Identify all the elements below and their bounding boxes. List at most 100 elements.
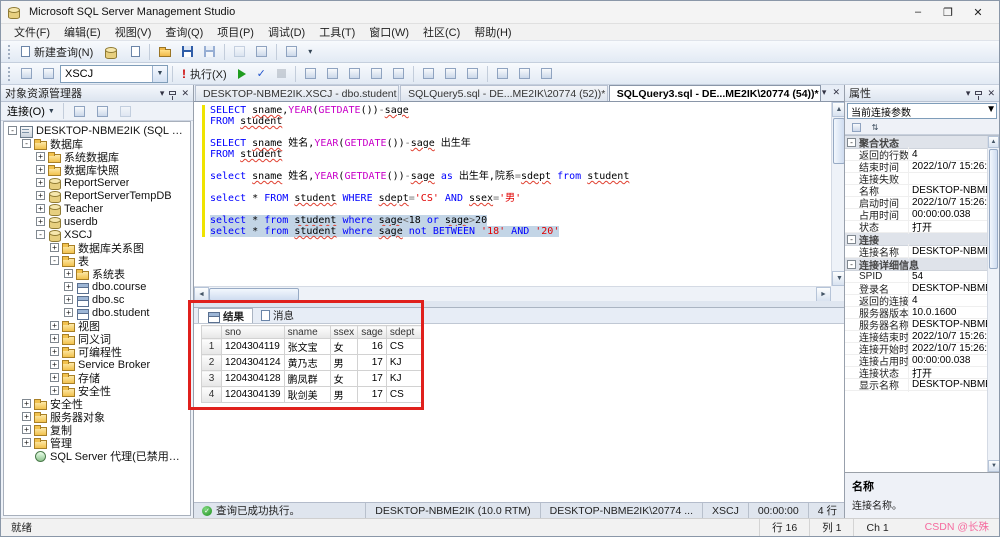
connect-button[interactable] — [16, 64, 37, 84]
result-cell[interactable]: 16 — [358, 339, 387, 355]
result-cell[interactable]: 1204304139 — [222, 387, 285, 403]
menu-item[interactable]: 窗口(W) — [362, 24, 416, 40]
new-query-button[interactable]: 新建查询(N) — [16, 42, 98, 62]
estimated-plan-button[interactable] — [300, 64, 321, 84]
section-expander[interactable]: - — [847, 138, 856, 147]
tree-item[interactable]: +数据库关系图 — [4, 241, 190, 254]
chevron-down-icon[interactable]: ▾ — [160, 88, 165, 99]
code-line[interactable] — [210, 182, 830, 193]
properties-object-combobox[interactable]: 当前连接参数 ▼ — [847, 103, 997, 119]
filter-button[interactable] — [92, 101, 113, 121]
section-expander[interactable]: - — [847, 235, 856, 244]
cancel-query-button[interactable] — [272, 64, 291, 84]
toolbar-grip[interactable] — [7, 66, 11, 82]
scroll-down-arrow[interactable]: ▼ — [988, 460, 999, 472]
pin-icon[interactable] — [975, 91, 982, 95]
tree-expander[interactable]: + — [50, 347, 59, 356]
scrollbar-thumb[interactable] — [989, 149, 998, 269]
close-icon[interactable]: ✕ — [181, 88, 189, 99]
comment-button[interactable] — [492, 64, 513, 84]
scroll-up-arrow[interactable]: ▲ — [988, 136, 999, 148]
debug-button[interactable] — [233, 64, 251, 84]
tree-item[interactable]: +Teacher — [4, 202, 190, 215]
column-header[interactable]: ssex — [330, 326, 358, 339]
tree-expander[interactable]: + — [50, 243, 59, 252]
menu-item[interactable]: 调试(D) — [261, 24, 312, 40]
tree-expander[interactable]: + — [50, 373, 59, 382]
code-line[interactable]: select * from student where sage<18 or s… — [210, 215, 830, 226]
column-header[interactable]: sdept — [386, 326, 422, 339]
tree-expander[interactable]: - — [50, 256, 59, 265]
section-expander[interactable]: - — [847, 260, 856, 269]
results-grid[interactable]: snosnamessexsagesdept11204304119张文宝女16CS… — [201, 325, 423, 403]
property-row[interactable]: 显示名称DESKTOP-NBME2IK — [845, 379, 987, 391]
print-button[interactable] — [229, 42, 250, 62]
tree-item[interactable]: +服务器对象 — [4, 410, 190, 423]
code-area[interactable]: SELECT sname,YEAR(GETDATE())-sageFROM st… — [210, 105, 830, 237]
row-number-cell[interactable]: 1 — [202, 339, 222, 355]
window-layout-button[interactable] — [281, 42, 302, 62]
save-button[interactable] — [177, 42, 198, 62]
menu-item[interactable]: 编辑(E) — [57, 24, 108, 40]
scrollbar-thumb[interactable] — [209, 288, 299, 301]
code-line[interactable] — [210, 160, 830, 171]
menu-item[interactable]: 社区(C) — [416, 24, 467, 40]
result-cell[interactable]: 女 — [330, 371, 358, 387]
tree-expander[interactable]: + — [64, 308, 73, 317]
tree-item[interactable]: +userdb — [4, 215, 190, 228]
menu-item[interactable]: 查询(Q) — [158, 24, 210, 40]
row-number-cell[interactable]: 4 — [202, 387, 222, 403]
sort-alphabetical-button[interactable]: ⇅ — [867, 121, 883, 134]
chevron-down-icon[interactable]: ▾ — [966, 88, 971, 99]
parse-button[interactable]: ✓ — [252, 64, 271, 84]
minimize-button[interactable]: – — [903, 2, 933, 22]
tree-expander[interactable]: + — [64, 295, 73, 304]
activity-monitor-button[interactable] — [251, 42, 272, 62]
result-cell[interactable]: 耿剑美 — [284, 387, 330, 403]
result-cell[interactable]: 1204304124 — [222, 355, 285, 371]
indent-button[interactable] — [536, 64, 557, 84]
menu-item[interactable]: 工具(T) — [312, 24, 362, 40]
row-number-cell[interactable]: 3 — [202, 371, 222, 387]
tree-item[interactable]: +数据库快照 — [4, 163, 190, 176]
close-button[interactable]: ✕ — [963, 2, 993, 22]
tree-item[interactable]: +复制 — [4, 423, 190, 436]
code-line[interactable]: SELECT sname 姓名,YEAR(GETDATE())-sage 出生年 — [210, 138, 830, 149]
tab-results[interactable]: 结果 — [198, 308, 253, 323]
result-cell[interactable]: CS — [386, 387, 422, 403]
tree-item[interactable]: +ReportServerTempDB — [4, 189, 190, 202]
tree-expander[interactable]: - — [22, 139, 31, 148]
tree-item[interactable]: +系统表 — [4, 267, 190, 280]
tree-item[interactable]: +dbo.sc — [4, 293, 190, 306]
tree-item[interactable]: +可编程性 — [4, 345, 190, 358]
code-line[interactable]: select * FROM student WHERE sdept='CS' A… — [210, 193, 830, 204]
active-files-dropdown-icon[interactable]: ▾ — [822, 87, 827, 98]
tree-expander[interactable]: + — [50, 334, 59, 343]
results-to-grid-button[interactable] — [440, 64, 461, 84]
menu-item[interactable]: 视图(V) — [108, 24, 159, 40]
scroll-left-arrow[interactable]: ◄ — [194, 287, 209, 301]
tree-expander[interactable]: + — [36, 165, 45, 174]
column-header[interactable]: sname — [284, 326, 330, 339]
column-header[interactable]: sage — [358, 326, 387, 339]
tree-expander[interactable]: + — [36, 178, 45, 187]
result-cell[interactable]: 17 — [358, 371, 387, 387]
connect-menu-button[interactable]: 连接(O) ▼ — [4, 103, 58, 120]
result-cell[interactable]: 张文宝 — [284, 339, 330, 355]
save-all-button[interactable] — [199, 42, 220, 62]
analysis-query-button[interactable] — [126, 42, 145, 62]
code-line[interactable]: select * from student where sage not BET… — [210, 226, 830, 237]
code-line[interactable]: FROM student — [210, 116, 830, 127]
row-number-cell[interactable]: 2 — [202, 355, 222, 371]
uncomment-button[interactable] — [514, 64, 535, 84]
tree-expander[interactable]: + — [36, 191, 45, 200]
property-section[interactable]: -连接详细信息 — [845, 258, 987, 271]
close-icon[interactable]: ✕ — [987, 88, 995, 99]
tree-expander[interactable]: + — [22, 412, 31, 421]
toolbar-overflow-button[interactable]: ▾ — [303, 42, 317, 62]
result-cell[interactable]: CS — [386, 339, 422, 355]
pin-icon[interactable] — [169, 91, 176, 95]
result-cell[interactable]: 男 — [330, 387, 358, 403]
code-line[interactable]: FROM student — [210, 149, 830, 160]
editor-horizontal-scrollbar[interactable]: ◄ ► — [194, 286, 831, 301]
